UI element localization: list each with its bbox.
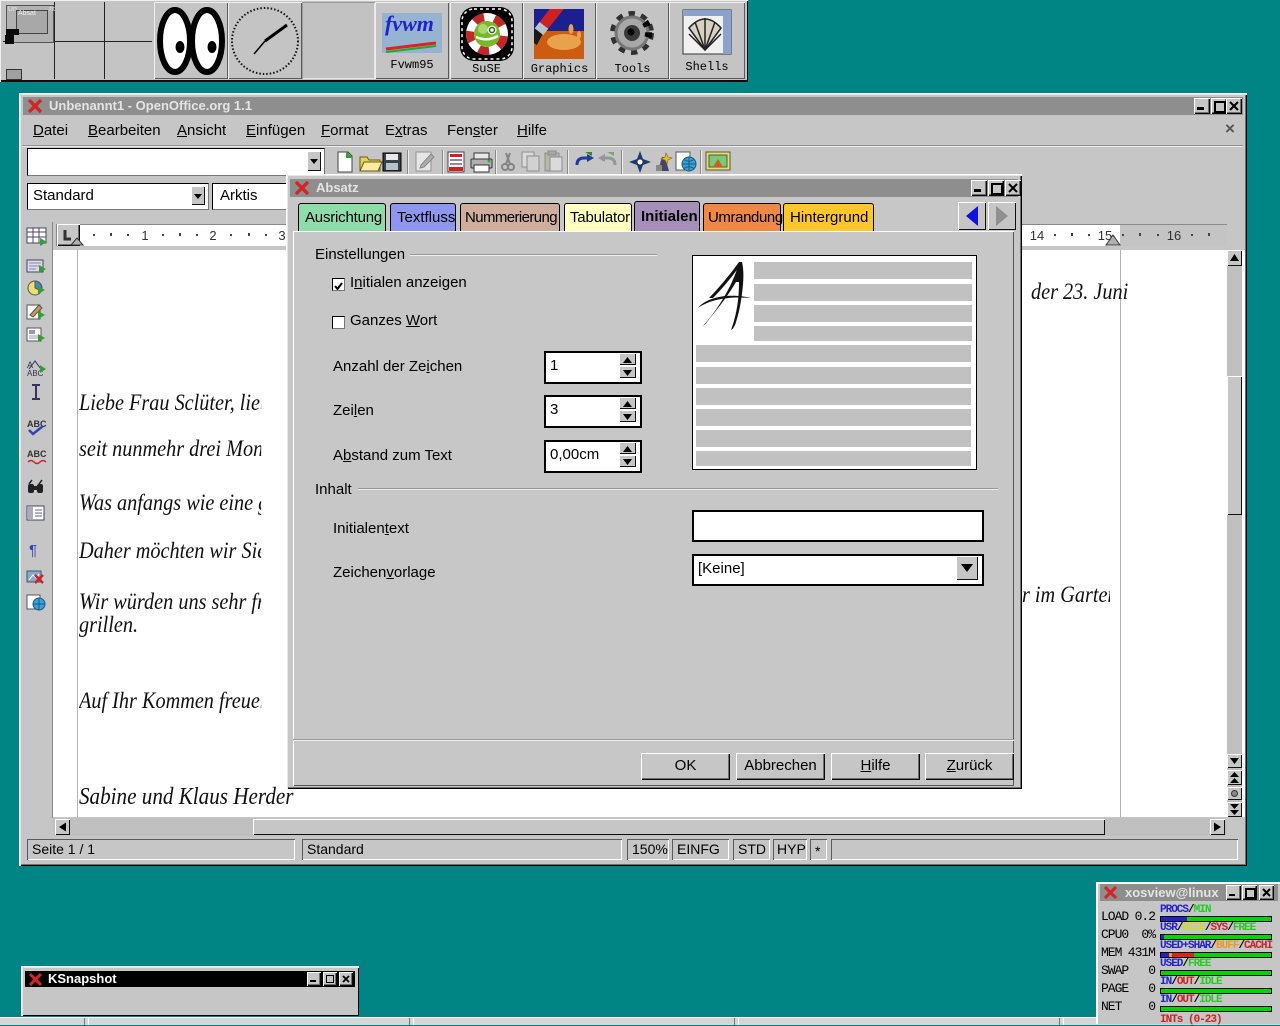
svg-text:2: 2 [209, 228, 216, 243]
svg-text:ABC: ABC [27, 419, 47, 429]
svg-text:ABC: ABC [27, 449, 47, 459]
svg-text:¶: ¶ [29, 542, 37, 559]
svg-text:14: 14 [1030, 228, 1044, 243]
svg-text:3: 3 [278, 228, 285, 243]
svg-text:16: 16 [1167, 228, 1181, 243]
svg-text:1: 1 [141, 228, 148, 243]
